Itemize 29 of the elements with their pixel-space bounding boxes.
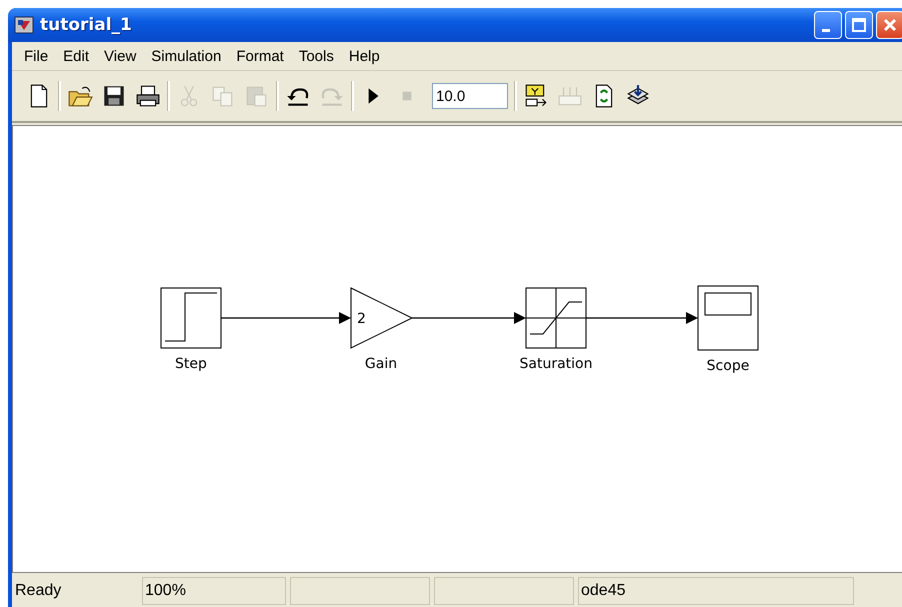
model-window-icon [14, 15, 34, 35]
stop-time-field[interactable]: 10.0 [432, 83, 508, 109]
block-label: Step [175, 356, 207, 372]
block-label: Saturation [520, 356, 592, 372]
window-title: tutorial_1 [40, 15, 132, 35]
menu-item[interactable]: Simulation [144, 46, 228, 66]
step-block[interactable] [160, 288, 222, 348]
block-label: Scope [706, 358, 750, 374]
maximize-icon [852, 18, 866, 32]
menu-item[interactable]: Format [229, 46, 291, 66]
minimize-button[interactable] [814, 11, 842, 39]
menu-item[interactable]: Help [342, 46, 387, 66]
model-browser-icon[interactable] [523, 83, 549, 109]
minimize-icon [822, 28, 830, 32]
close-button[interactable] [876, 11, 902, 39]
status-text: Ready [14, 581, 62, 601]
maximize-button[interactable] [845, 11, 873, 39]
close-icon [883, 18, 897, 32]
saturation-block[interactable] [526, 288, 586, 348]
solver-name: ode45 [578, 577, 854, 605]
menu-item[interactable]: Edit [56, 46, 96, 66]
gain-block[interactable]: 2 [350, 287, 414, 349]
zoom-level: 100% [142, 577, 286, 605]
printer-icon[interactable] [135, 83, 161, 109]
menu-item[interactable]: View [97, 46, 144, 66]
scope-block[interactable] [698, 286, 758, 350]
block-label: Gain [364, 356, 398, 372]
menu-item[interactable]: Tools [292, 46, 341, 66]
menu-item[interactable]: File [17, 46, 56, 66]
